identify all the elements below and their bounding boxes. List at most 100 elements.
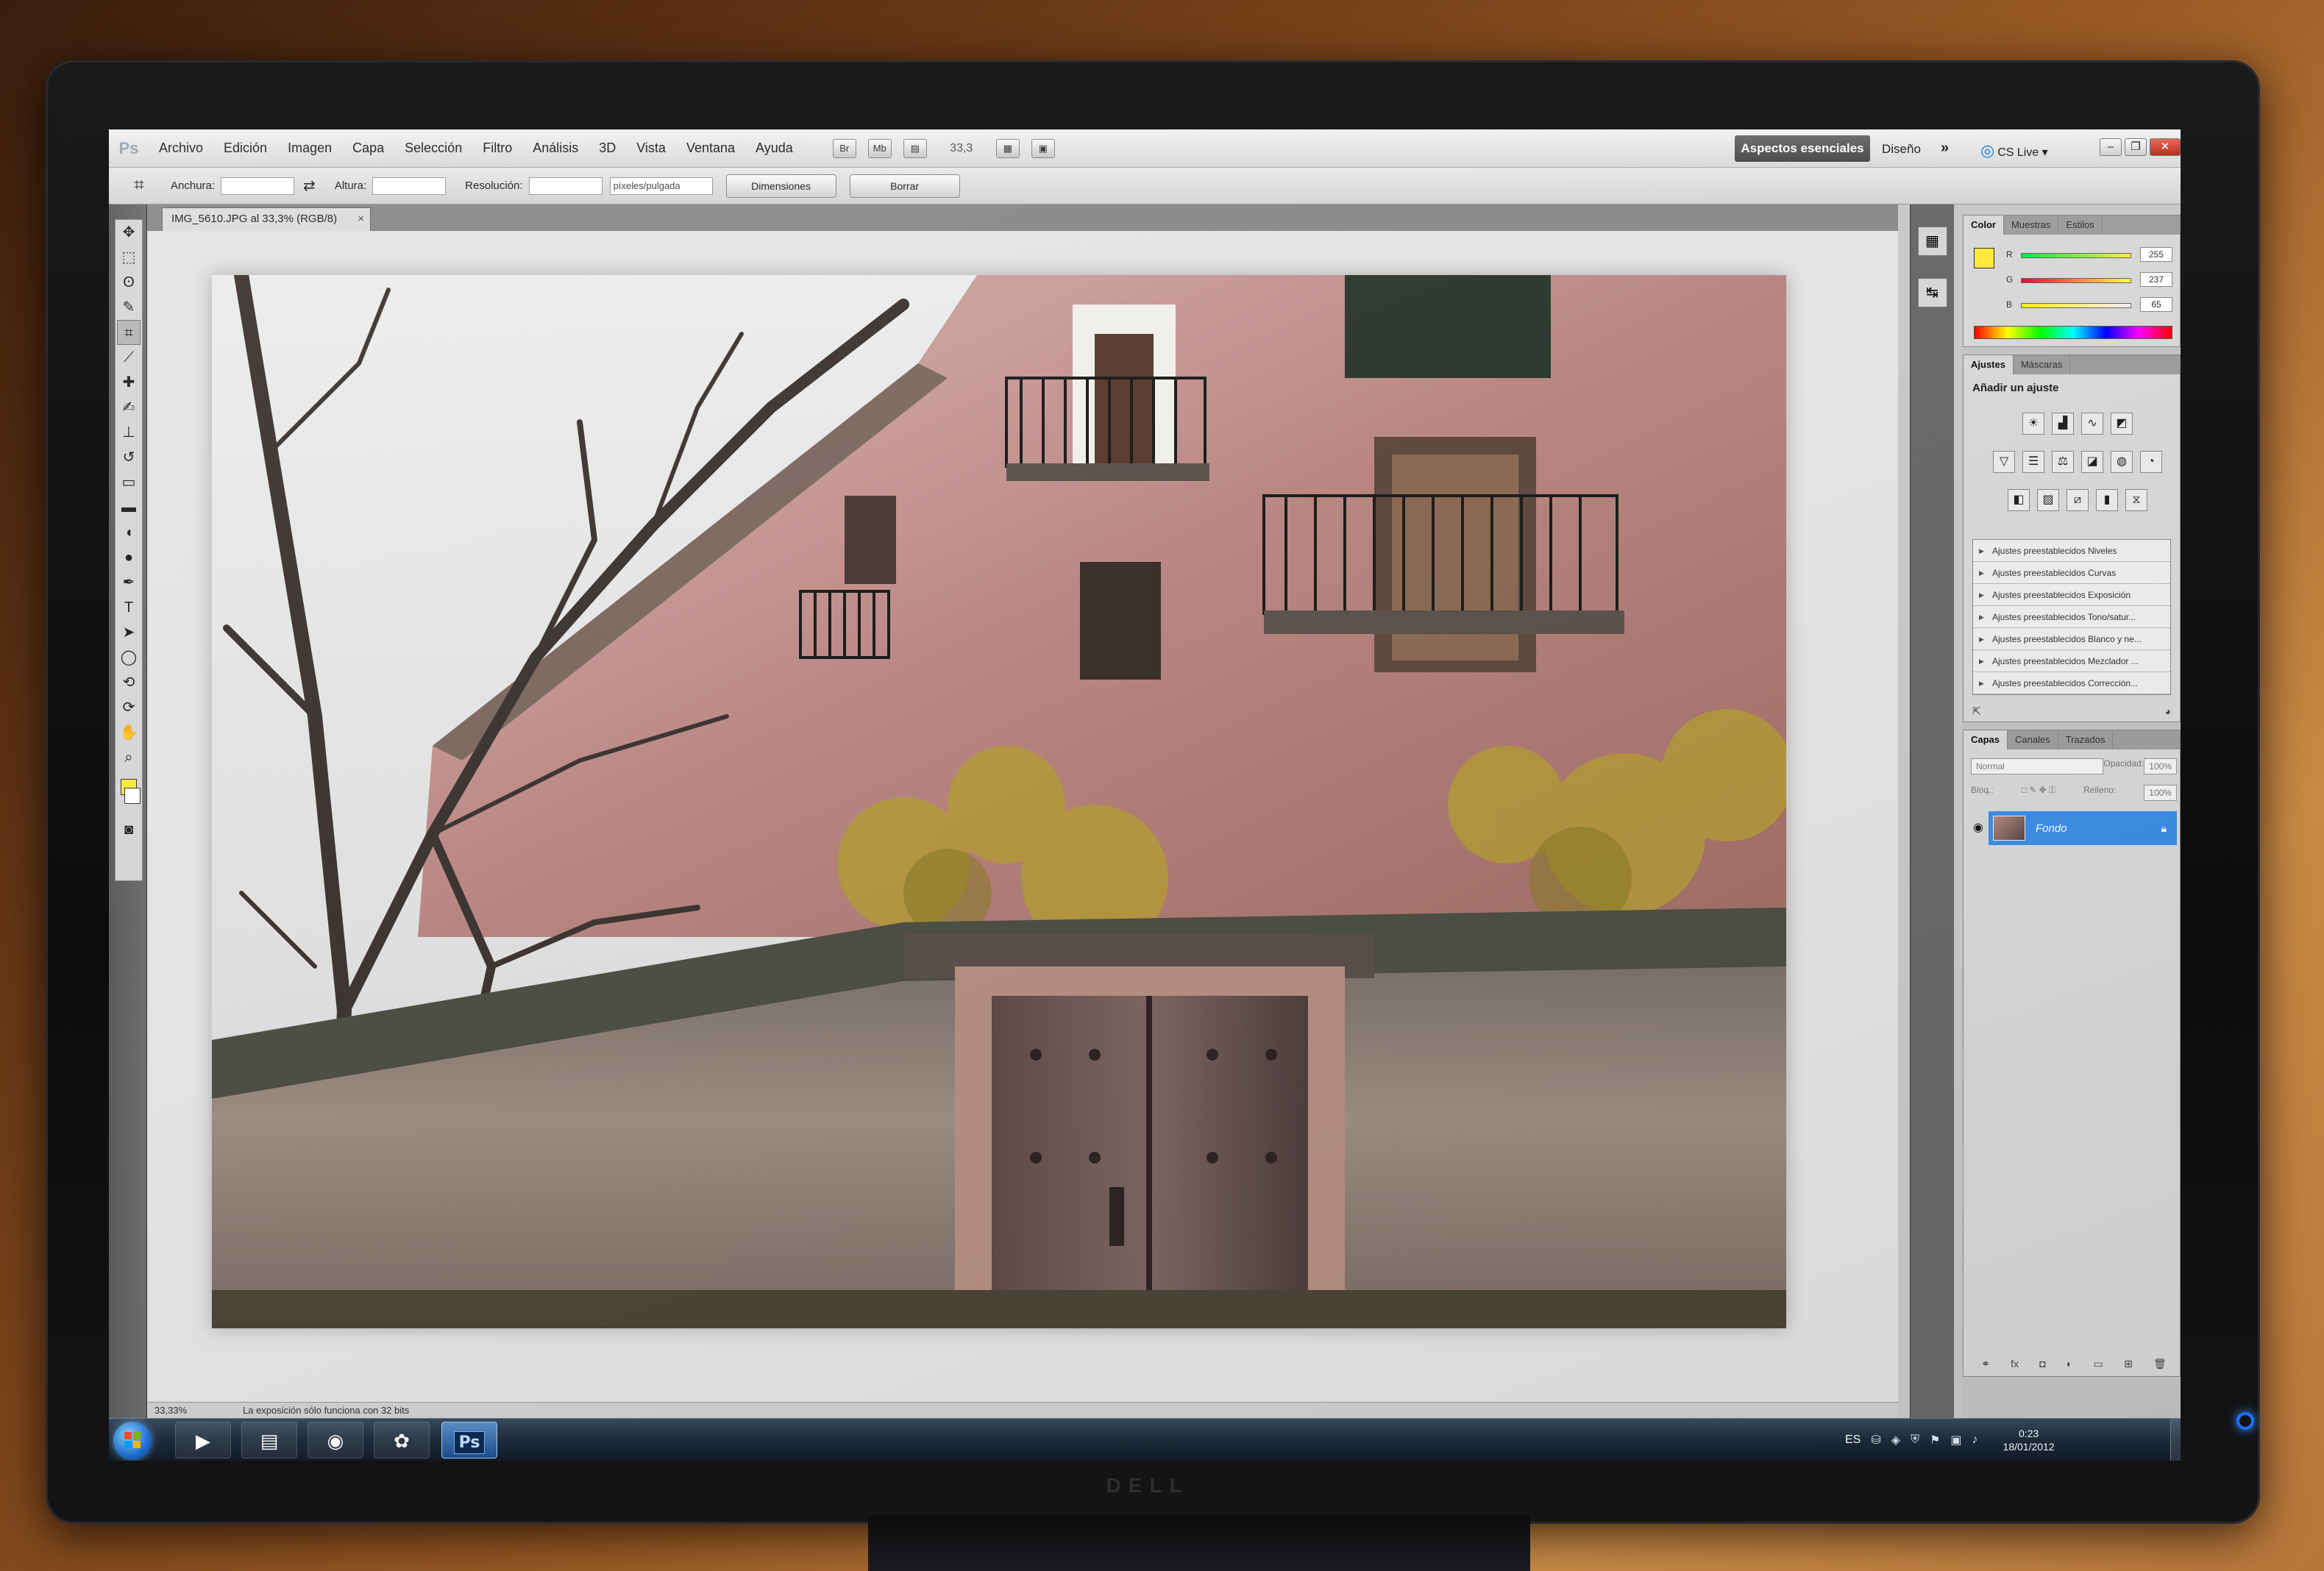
- background-color-swatch[interactable]: [124, 788, 141, 804]
- pen-tool-icon[interactable]: ✒: [117, 570, 141, 595]
- menu-seleccion[interactable]: Selección: [394, 140, 472, 156]
- preset-levels[interactable]: Ajustes preestablecidos Niveles: [1973, 540, 2170, 562]
- preset-black-white[interactable]: Ajustes preestablecidos Blanco y ne...: [1973, 628, 2170, 650]
- clear-button[interactable]: Borrar: [849, 174, 960, 198]
- type-tool-icon[interactable]: T: [117, 595, 141, 620]
- menu-capa[interactable]: Capa: [342, 140, 394, 156]
- clone-stamp-tool-icon[interactable]: ⊥: [117, 420, 141, 445]
- add-mask-icon[interactable]: ◘: [2039, 1358, 2045, 1370]
- new-layer-icon[interactable]: ⊞: [2124, 1358, 2133, 1370]
- app-orange-icon[interactable]: ✿: [374, 1422, 430, 1458]
- menu-analisis[interactable]: Análisis: [522, 140, 589, 156]
- preset-selective-color[interactable]: Ajustes preestablecidos Corrección...: [1973, 672, 2170, 694]
- tab-masks[interactable]: Máscaras: [2014, 355, 2071, 374]
- bridge-icon[interactable]: Br: [832, 138, 856, 158]
- arrange-documents-icon[interactable]: ▦: [995, 138, 1020, 158]
- opacity-field[interactable]: 100%: [2144, 758, 2177, 774]
- cs-live-button[interactable]: ◎ CS Live ▾: [1980, 141, 2048, 160]
- exposure-icon[interactable]: ◩: [2111, 413, 2133, 435]
- levels-icon[interactable]: ▟: [2052, 413, 2074, 435]
- brightness-contrast-icon[interactable]: ☀: [2022, 413, 2044, 435]
- swap-dimensions-icon[interactable]: ⇄: [303, 177, 316, 195]
- tray-shield-icon[interactable]: ⛨: [1911, 1433, 1919, 1447]
- gradient-tool-icon[interactable]: ▬: [117, 495, 141, 520]
- crop-tool-button-icon[interactable]: ⌗: [117, 320, 141, 345]
- workspace-essentials-button[interactable]: Aspectos esenciales: [1735, 135, 1870, 162]
- blue-value[interactable]: 65: [2140, 297, 2172, 312]
- resolution-field[interactable]: [528, 177, 603, 195]
- lock-icons[interactable]: □ ✎ ✥ ⚿: [2022, 785, 2056, 801]
- green-slider[interactable]: G 237: [2006, 271, 2175, 289]
- tray-monitor-icon[interactable]: ▣: [1950, 1433, 1961, 1447]
- quick-mask-icon[interactable]: ◙: [117, 817, 141, 842]
- red-value[interactable]: 255: [2140, 247, 2172, 262]
- link-layers-icon[interactable]: ⚭: [1981, 1358, 1990, 1370]
- zoom-readout[interactable]: 33,33%: [147, 1405, 199, 1416]
- vibrance-icon[interactable]: ▽: [1993, 451, 2015, 473]
- resolution-units-select[interactable]: píxeles/pulgada: [609, 177, 713, 195]
- eye-icon[interactable]: ◉: [1968, 811, 1989, 845]
- system-clock[interactable]: 0:23 18/01/2012: [2003, 1427, 2055, 1453]
- color-spectrum-bar[interactable]: [1974, 326, 2172, 339]
- preset-channel-mixer[interactable]: Ajustes preestablecidos Mezclador ...: [1973, 650, 2170, 672]
- workspace-design-button[interactable]: Diseño: [1882, 142, 1921, 157]
- threshold-icon[interactable]: ⧄: [2067, 489, 2089, 511]
- media-player-icon[interactable]: ▶: [175, 1422, 231, 1458]
- hand-tool-icon[interactable]: ✋: [117, 720, 141, 745]
- file-explorer-icon[interactable]: ▤: [241, 1422, 297, 1458]
- channel-mixer-icon[interactable]: ◔: [2140, 451, 2162, 473]
- tab-layers[interactable]: Capas: [1964, 730, 2008, 749]
- tray-network-icon[interactable]: ⛁: [1871, 1433, 1880, 1447]
- close-button[interactable]: ✕: [2150, 138, 2181, 156]
- menu-archivo[interactable]: Archivo: [149, 140, 213, 156]
- marquee-tool-icon[interactable]: ⬚: [117, 245, 141, 270]
- lasso-tool-icon[interactable]: ʘ: [117, 270, 141, 295]
- menu-ayuda[interactable]: Ayuda: [745, 140, 803, 156]
- quick-selection-tool-icon[interactable]: ✎: [117, 295, 141, 320]
- tab-adjustments[interactable]: Ajustes: [1964, 355, 2014, 374]
- photo-filter-icon[interactable]: ◍: [2111, 451, 2133, 473]
- fill-field[interactable]: 100%: [2144, 785, 2177, 801]
- menu-vista[interactable]: Vista: [626, 140, 676, 156]
- return-to-list-icon[interactable]: ⇱: [1972, 705, 1981, 718]
- dodge-tool-icon[interactable]: ●: [117, 545, 141, 570]
- zoom-level-field[interactable]: 33,3: [940, 142, 983, 155]
- view-extras-icon[interactable]: ▤: [903, 138, 927, 158]
- red-slider[interactable]: R 255: [2006, 246, 2175, 264]
- photoshop-taskbar-button[interactable]: Ps: [441, 1422, 497, 1458]
- history-panel-icon[interactable]: ↹: [1917, 278, 1947, 307]
- new-adjustment-icon[interactable]: ◐: [2067, 1358, 2072, 1370]
- mini-bridge-icon[interactable]: Mb: [867, 138, 892, 158]
- menu-imagen[interactable]: Imagen: [277, 140, 342, 156]
- start-button[interactable]: [113, 1422, 152, 1460]
- mini-bridge-panel-icon[interactable]: ▦: [1917, 227, 1947, 256]
- layer-row-background[interactable]: ◉ Fondo 🔒︎: [1968, 811, 2177, 845]
- layer-name[interactable]: Fondo: [2036, 822, 2067, 835]
- dimensions-button[interactable]: Dimensiones: [725, 174, 836, 198]
- tab-styles[interactable]: Estilos: [2058, 215, 2103, 235]
- document-image[interactable]: [212, 275, 1786, 1328]
- minimize-button[interactable]: –: [2100, 138, 2122, 156]
- red-track[interactable]: [2021, 253, 2131, 258]
- black-white-icon[interactable]: ◪: [2081, 451, 2103, 473]
- blue-track[interactable]: [2021, 303, 2131, 308]
- layer-style-icon[interactable]: fx: [2011, 1358, 2019, 1370]
- show-desktop-button[interactable]: [2170, 1419, 2181, 1461]
- tray-flag-icon[interactable]: ⚑: [1930, 1433, 1940, 1447]
- tab-paths[interactable]: Trazados: [2058, 730, 2114, 749]
- shape-tool-icon[interactable]: ◯: [117, 645, 141, 670]
- green-track[interactable]: [2021, 278, 2131, 283]
- tray-app-icon[interactable]: ◈: [1891, 1433, 1900, 1447]
- blend-mode-select[interactable]: Normal: [1971, 758, 2103, 774]
- tab-channels[interactable]: Canales: [2008, 730, 2058, 749]
- eraser-tool-icon[interactable]: ▭: [117, 470, 141, 495]
- toggle-visibility-icon[interactable]: ◕: [2165, 705, 2171, 718]
- preset-exposure[interactable]: Ajustes preestablecidos Exposición: [1973, 584, 2170, 606]
- blue-slider[interactable]: B 65: [2006, 296, 2175, 314]
- blur-tool-icon[interactable]: ◖: [117, 520, 141, 545]
- selective-color-icon[interactable]: ⧖: [2125, 489, 2147, 511]
- menu-edicion[interactable]: Edición: [213, 140, 277, 156]
- brush-tool-icon[interactable]: ✍: [117, 395, 141, 420]
- 3d-rotate-tool-icon[interactable]: ⟲: [117, 670, 141, 695]
- foreground-color-preview[interactable]: [1974, 248, 1994, 268]
